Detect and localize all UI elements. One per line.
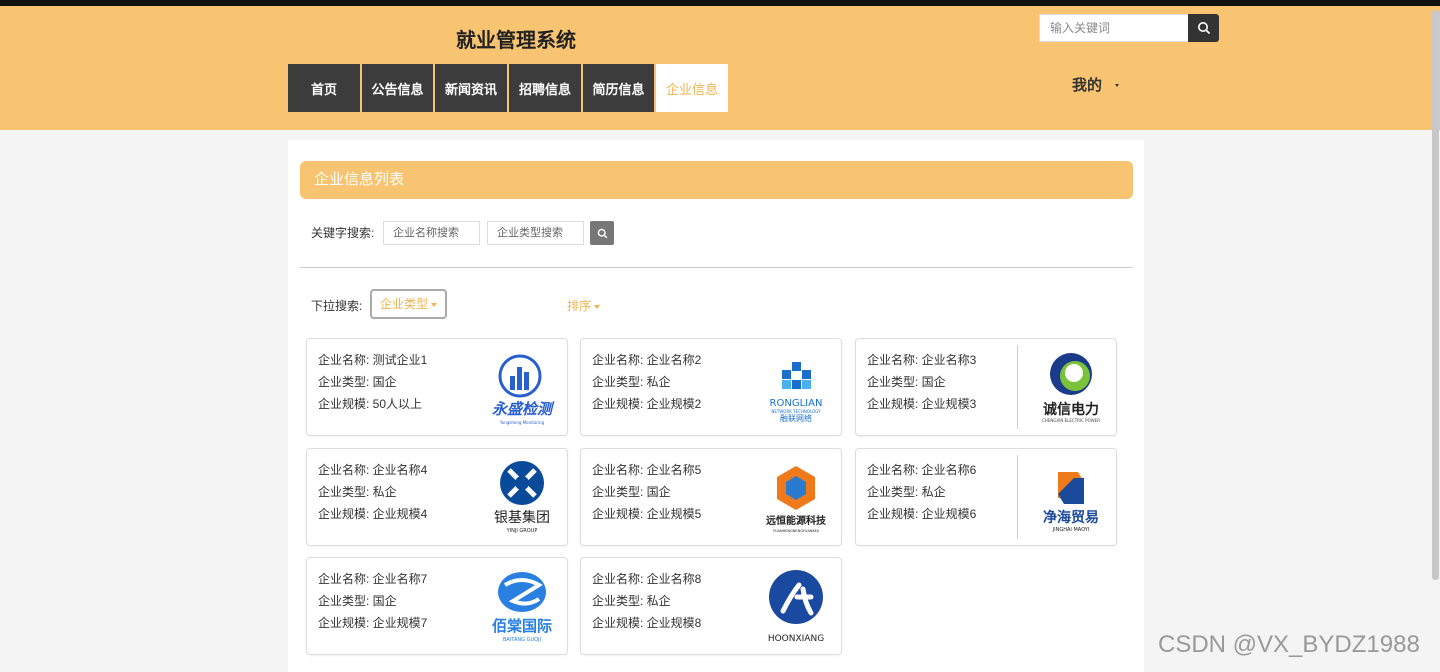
company-logo: 诚信电力 CHENGXIN ELECTRIC POWER: [1028, 347, 1114, 429]
main-nav: 首页 公告信息 新闻资讯 招聘信息 简历信息 企业信息: [288, 64, 730, 112]
company-type: 企业类型: 国企: [318, 594, 397, 608]
nav-item-jobs[interactable]: 招聘信息: [509, 64, 581, 112]
grid-star-logo-icon: RONGLIAN NETWORK TECHNOLOGY 融联网络: [770, 362, 823, 423]
company-card[interactable]: 企业名称: 企业名称2 企业类型: 私企 企业规模: 企业规模2 RONGLIA…: [580, 338, 842, 436]
company-type: 企业类型: 国企: [318, 375, 397, 389]
hexagon-logo-icon: 远恒能源科技 YUANHENGNENGYUANKEJI: [766, 466, 827, 533]
svg-text:RONGLIAN: RONGLIAN: [770, 398, 823, 409]
bar-chart-logo-icon: 永盛检测 Yongsheng Monitoring: [492, 354, 555, 425]
company-name: 企业名称: 企业名称6: [867, 463, 977, 477]
company-name: 企业名称: 企业名称8: [592, 572, 702, 586]
company-type: 企业类型: 私企: [592, 375, 671, 389]
company-card[interactable]: 企业名称: 企业名称3 企业类型: 国企 企业规模: 企业规模3 诚信电力 CH…: [855, 338, 1117, 436]
company-scale: 企业规模: 企业规模8: [592, 616, 702, 630]
x-circle-logo-icon: 银基集团 YINJI GROUP: [494, 461, 550, 534]
user-menu[interactable]: 我的: [1072, 74, 1102, 95]
wave-circle-logo-icon: HOONXIANG: [768, 570, 824, 644]
company-scale: 企业规模: 企业规模5: [592, 507, 702, 521]
company-type: 企业类型: 国企: [867, 375, 946, 389]
svg-text:BAITANG GUOJI: BAITANG GUOJI: [503, 637, 541, 643]
company-name: 企业名称: 企业名称7: [318, 572, 428, 586]
svg-text:银基集团: 银基集团: [494, 509, 550, 526]
site-header: 就业管理系统 输入关键词 首页 公告信息 新闻资讯 招聘信息 简历信息 企业信息: [0, 6, 1440, 130]
divider: [300, 267, 1133, 268]
svg-text:永盛检测: 永盛检测: [492, 400, 555, 418]
company-type-dropdown-value: 企业类型: [380, 297, 429, 311]
company-name: 企业名称: 企业名称4: [318, 463, 428, 477]
company-scale: 企业规模: 企业规模6: [867, 507, 977, 521]
svg-text:HOONXIANG: HOONXIANG: [768, 634, 824, 644]
company-scale: 企业规模: 企业规模7: [318, 616, 428, 630]
company-card[interactable]: 企业名称: 企业名称5 企业类型: 国企 企业规模: 企业规模5 远恒能源科技 …: [580, 448, 842, 546]
nav-item-news[interactable]: 新闻资讯: [435, 64, 507, 112]
main-content: 企业信息列表 关键字搜索: 企业名称搜索 企业类型搜索 下拉搜索: 企业类型 排…: [288, 140, 1144, 672]
header-search-button[interactable]: [1188, 14, 1219, 42]
logo-divider: [1017, 455, 1018, 539]
site-title: 就业管理系统: [456, 30, 576, 52]
company-scale: 企业规模: 50人以上: [318, 397, 423, 411]
chain-logo-icon: 净海贸易 JINGHAI MAOYI: [1043, 472, 1099, 533]
company-type-dropdown[interactable]: 企业类型: [370, 289, 447, 319]
company-type: 企业类型: 私企: [867, 485, 946, 499]
svg-text:佰棠国际: 佰棠国际: [492, 617, 552, 635]
company-type: 企业类型: 私企: [592, 594, 671, 608]
company-logo: 远恒能源科技 YUANHENGNENGYUANKEJI: [753, 457, 839, 539]
svg-text:Yongsheng Monitoring: Yongsheng Monitoring: [499, 420, 545, 425]
search-icon: [597, 228, 607, 238]
page-scrollbar[interactable]: [1432, 10, 1439, 580]
svg-text:远恒能源科技: 远恒能源科技: [766, 514, 827, 527]
company-name: 企业名称: 企业名称2: [592, 353, 702, 367]
company-card[interactable]: 企业名称: 企业名称4 企业类型: 私企 企业规模: 企业规模4 银基集团 YI…: [306, 448, 568, 546]
search-icon: [1197, 22, 1210, 35]
svg-text:YUANHENGNENGYUANKEJI: YUANHENGNENGYUANKEJI: [773, 529, 819, 533]
company-logo: 永盛检测 Yongsheng Monitoring: [479, 347, 565, 429]
sort-label: 排序: [567, 299, 592, 313]
company-logo: 净海贸易 JINGHAI MAOYI: [1028, 457, 1114, 539]
svg-text:净海贸易: 净海贸易: [1043, 509, 1099, 526]
company-type: 企业类型: 私企: [318, 485, 397, 499]
company-type: 企业类型: 国企: [592, 485, 671, 499]
csdn-watermark: CSDN @VX_BYDZ1988: [1158, 631, 1420, 658]
header-search-input[interactable]: 输入关键词: [1039, 14, 1189, 42]
page-title: 企业信息列表: [300, 161, 1133, 199]
company-type-search-input[interactable]: 企业类型搜索: [487, 221, 584, 245]
company-logo: HOONXIANG: [753, 566, 839, 648]
nav-item-resumes[interactable]: 简历信息: [583, 64, 654, 112]
company-card[interactable]: 企业名称: 企业名称7 企业类型: 国企 企业规模: 企业规模7 佰棠国际 BA…: [306, 557, 568, 655]
company-name-search-input[interactable]: 企业名称搜索: [383, 221, 480, 245]
dropdown-search-label: 下拉搜索:: [311, 299, 363, 313]
company-name: 企业名称: 企业名称3: [867, 353, 977, 367]
list-search-button[interactable]: [590, 221, 614, 245]
caret-down-icon: [431, 302, 438, 307]
nav-item-notices[interactable]: 公告信息: [362, 64, 433, 112]
svg-text:诚信电力: 诚信电力: [1043, 401, 1099, 418]
nav-item-companies[interactable]: 企业信息: [656, 64, 728, 112]
svg-text:JINGHAI MAOYI: JINGHAI MAOYI: [1052, 527, 1090, 533]
company-scale: 企业规模: 企业规模4: [318, 507, 428, 521]
company-name: 企业名称: 测试企业1: [318, 353, 428, 367]
company-logo: RONGLIAN NETWORK TECHNOLOGY 融联网络: [753, 347, 839, 429]
company-logo: 银基集团 YINJI GROUP: [479, 457, 565, 539]
company-scale: 企业规模: 企业规模3: [867, 397, 977, 411]
nav-item-home[interactable]: 首页: [288, 64, 360, 112]
caret-down-icon: [594, 304, 601, 309]
company-scale: 企业规模: 企业规模2: [592, 397, 702, 411]
sphere-logo-icon: 佰棠国际 BAITANG GUOJI: [492, 572, 552, 643]
company-card[interactable]: 企业名称: 企业名称8 企业类型: 私企 企业规模: 企业规模8 HOONXIA…: [580, 557, 842, 655]
ring-logo-icon: 诚信电力 CHENGXIN ELECTRIC POWER: [1042, 353, 1100, 423]
company-logo: 佰棠国际 BAITANG GUOJI: [479, 566, 565, 648]
logo-divider: [1017, 345, 1018, 429]
svg-text:YINJI GROUP: YINJI GROUP: [506, 528, 538, 534]
sort-dropdown[interactable]: 排序: [567, 297, 601, 314]
company-name: 企业名称: 企业名称5: [592, 463, 702, 477]
svg-text:融联网络: 融联网络: [780, 413, 812, 423]
svg-text:CHENGXIN ELECTRIC POWER: CHENGXIN ELECTRIC POWER: [1042, 418, 1100, 423]
caret-down-icon: [1115, 84, 1119, 87]
company-card[interactable]: 企业名称: 测试企业1 企业类型: 国企 企业规模: 50人以上 永盛检测 Yo…: [306, 338, 568, 436]
company-card[interactable]: 企业名称: 企业名称6 企业类型: 私企 企业规模: 企业规模6 净海贸易 JI…: [855, 448, 1117, 546]
keyword-search-label: 关键字搜索:: [311, 226, 375, 240]
